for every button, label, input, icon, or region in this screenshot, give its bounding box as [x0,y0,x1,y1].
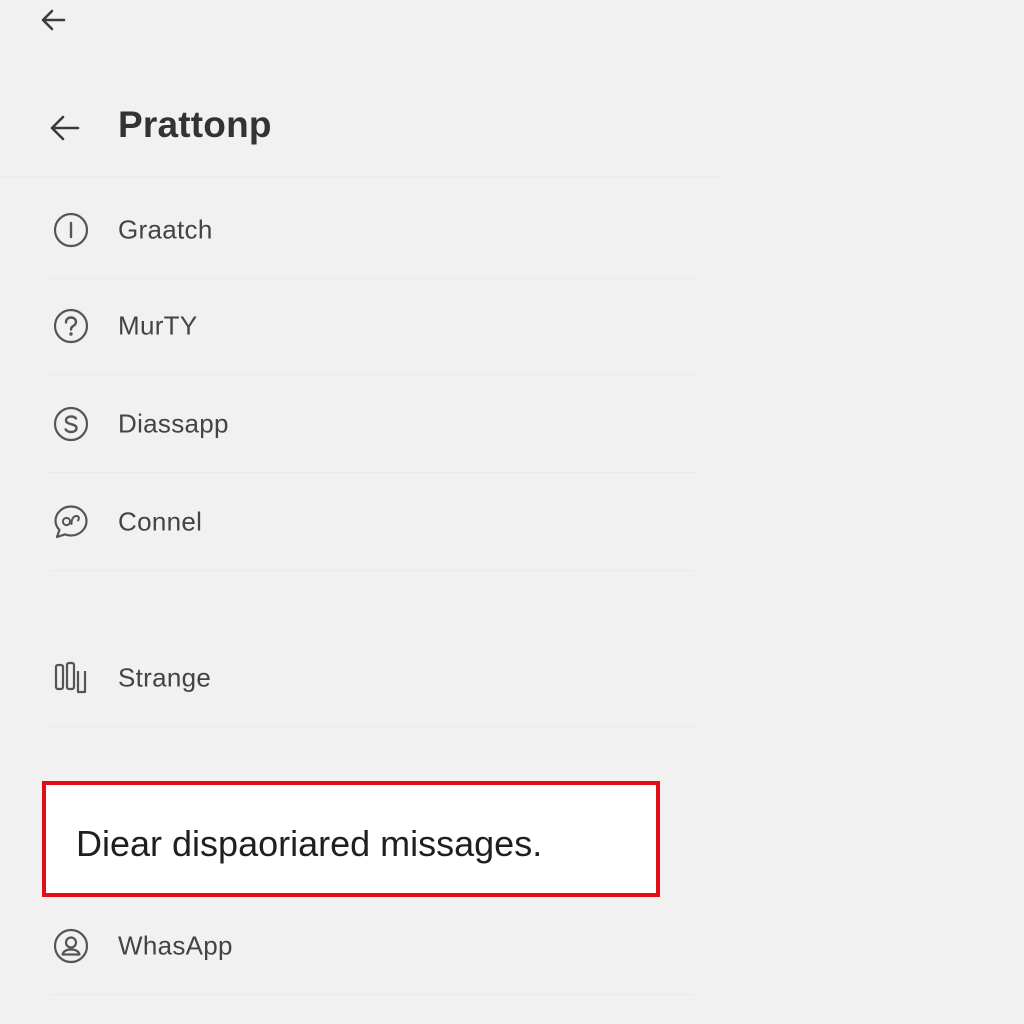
menu-item-label: Diassapp [118,408,229,439]
account-circle-icon [50,925,92,967]
info-circle-icon [50,209,92,251]
s-circle-icon [50,403,92,445]
highlighted-message-callout[interactable]: Diear dispaoriared missages. [42,781,660,897]
menu-item-label: WhasApp [118,930,233,961]
menu-item-label: MurTY [118,310,198,341]
callout-text: Diear dispaoriared missages. [76,823,543,864]
settings-screen: Prattonp Graatch MurTY Diassapp Connel S… [0,0,1024,1024]
app-header: Prattonp [0,80,720,177]
menu-item-label: Strange [118,662,212,693]
menu-item-graatch[interactable]: Graatch [50,182,694,279]
menu-item-label: Graatch [118,214,213,245]
menu-item-whasapp[interactable]: WhasApp [50,898,694,995]
menu-item-strange[interactable]: Strange [50,630,694,727]
menu-item-connel[interactable]: Connel [50,474,694,571]
menu-item-label: Connel [118,506,203,537]
storage-bars-icon [50,657,92,699]
help-circle-icon [50,305,92,347]
page-title: Prattonp [118,104,272,145]
chat-bubble-icon [50,501,92,543]
top-back-arrow-icon[interactable] [36,2,72,38]
menu-item-murty[interactable]: MurTY [50,278,694,375]
back-arrow-icon[interactable] [44,108,86,148]
menu-item-diassapp[interactable]: Diassapp [50,376,694,473]
